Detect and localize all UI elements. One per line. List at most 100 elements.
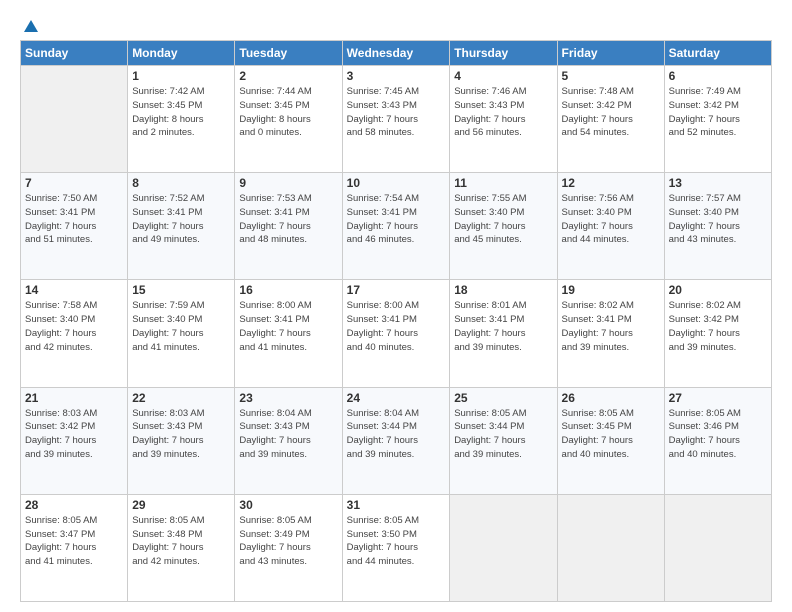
day-info: Sunrise: 8:05 AMSunset: 3:44 PMDaylight:… (454, 407, 552, 462)
day-info: Sunrise: 7:46 AMSunset: 3:43 PMDaylight:… (454, 85, 552, 140)
day-number: 22 (132, 391, 230, 405)
day-info: Sunrise: 7:49 AMSunset: 3:42 PMDaylight:… (669, 85, 767, 140)
calendar-week-row: 1 Sunrise: 7:42 AMSunset: 3:45 PMDaylight… (21, 66, 772, 173)
page-header (20, 18, 772, 32)
day-number: 13 (669, 176, 767, 190)
calendar-cell: 5Sunrise: 7:48 AMSunset: 3:42 PMDaylight… (557, 66, 664, 173)
weekday-header: Friday (557, 41, 664, 66)
day-number: 2 (239, 69, 337, 83)
day-info: Sunrise: 7:56 AMSunset: 3:40 PMDaylight:… (562, 192, 660, 247)
calendar-week-row: 21 Sunrise: 8:03 AMSunset: 3:42 PMDayligh… (21, 387, 772, 494)
day-number: 5 (562, 69, 660, 83)
day-number: 21 (25, 391, 123, 405)
calendar-week-row: 28 Sunrise: 8:05 AMSunset: 3:47 PMDayligh… (21, 494, 772, 601)
calendar-cell: 1 Sunrise: 7:42 AMSunset: 3:45 PMDaylight… (128, 66, 235, 173)
day-number: 25 (454, 391, 552, 405)
calendar-cell: 19 Sunrise: 8:02 AMSunset: 3:41 PMDayligh… (557, 280, 664, 387)
calendar-cell: 8 Sunrise: 7:52 AMSunset: 3:41 PMDaylight… (128, 173, 235, 280)
day-info: Sunrise: 7:42 AMSunset: 3:45 PMDaylight:… (132, 85, 230, 140)
calendar-cell: 7 Sunrise: 7:50 AMSunset: 3:41 PMDaylight… (21, 173, 128, 280)
day-info: Sunrise: 8:05 AMSunset: 3:46 PMDaylight:… (669, 407, 767, 462)
day-info: Sunrise: 7:50 AMSunset: 3:41 PMDaylight:… (25, 192, 123, 247)
day-info: Sunrise: 7:59 AMSunset: 3:40 PMDaylight:… (132, 299, 230, 354)
calendar-cell: 12 Sunrise: 7:56 AMSunset: 3:40 PMDayligh… (557, 173, 664, 280)
day-info: Sunrise: 8:01 AMSunset: 3:41 PMDaylight:… (454, 299, 552, 354)
day-info: Sunrise: 8:04 AMSunset: 3:44 PMDaylight:… (347, 407, 446, 462)
day-info: Sunrise: 7:52 AMSunset: 3:41 PMDaylight:… (132, 192, 230, 247)
day-info: Sunrise: 7:58 AMSunset: 3:40 PMDaylight:… (25, 299, 123, 354)
day-number: 14 (25, 283, 123, 297)
calendar-cell: 31 Sunrise: 8:05 AMSunset: 3:50 PMDayligh… (342, 494, 450, 601)
day-number: 29 (132, 498, 230, 512)
calendar: SundayMondayTuesdayWednesdayThursdayFrid… (20, 40, 772, 602)
day-info: Sunrise: 8:00 AMSunset: 3:41 PMDaylight:… (239, 299, 337, 354)
day-number: 9 (239, 176, 337, 190)
day-number: 23 (239, 391, 337, 405)
day-number: 18 (454, 283, 552, 297)
day-number: 1 (132, 69, 230, 83)
day-info: Sunrise: 8:05 AMSunset: 3:50 PMDaylight:… (347, 514, 446, 569)
calendar-header-row: SundayMondayTuesdayWednesdayThursdayFrid… (21, 41, 772, 66)
day-number: 28 (25, 498, 123, 512)
day-number: 30 (239, 498, 337, 512)
calendar-cell: 4 Sunrise: 7:46 AMSunset: 3:43 PMDaylight… (450, 66, 557, 173)
calendar-cell: 2 Sunrise: 7:44 AMSunset: 3:45 PMDaylight… (235, 66, 342, 173)
day-number: 24 (347, 391, 446, 405)
day-info: Sunrise: 7:54 AMSunset: 3:41 PMDaylight:… (347, 192, 446, 247)
day-number: 19 (562, 283, 660, 297)
day-info: Sunrise: 8:03 AMSunset: 3:43 PMDaylight:… (132, 407, 230, 462)
day-number: 31 (347, 498, 446, 512)
calendar-cell (21, 66, 128, 173)
day-info: Sunrise: 8:00 AMSunset: 3:41 PMDaylight:… (347, 299, 446, 354)
day-number: 15 (132, 283, 230, 297)
day-number: 27 (669, 391, 767, 405)
weekday-header: Sunday (21, 41, 128, 66)
calendar-cell (664, 494, 771, 601)
day-number: 6 (669, 69, 767, 83)
day-number: 11 (454, 176, 552, 190)
day-info: Sunrise: 7:57 AMSunset: 3:40 PMDaylight:… (669, 192, 767, 247)
calendar-cell: 16 Sunrise: 8:00 AMSunset: 3:41 PMDayligh… (235, 280, 342, 387)
logo (20, 18, 40, 32)
calendar-cell: 11 Sunrise: 7:55 AMSunset: 3:40 PMDayligh… (450, 173, 557, 280)
calendar-cell: 30 Sunrise: 8:05 AMSunset: 3:49 PMDayligh… (235, 494, 342, 601)
day-info: Sunrise: 8:05 AMSunset: 3:48 PMDaylight:… (132, 514, 230, 569)
day-number: 20 (669, 283, 767, 297)
day-info: Sunrise: 8:02 AMSunset: 3:41 PMDaylight:… (562, 299, 660, 354)
calendar-cell (557, 494, 664, 601)
day-info: Sunrise: 8:05 AMSunset: 3:49 PMDaylight:… (239, 514, 337, 569)
day-info: Sunrise: 8:05 AMSunset: 3:45 PMDaylight:… (562, 407, 660, 462)
calendar-cell: 14 Sunrise: 7:58 AMSunset: 3:40 PMDayligh… (21, 280, 128, 387)
day-info: Sunrise: 8:05 AMSunset: 3:47 PMDaylight:… (25, 514, 123, 569)
calendar-cell: 24 Sunrise: 8:04 AMSunset: 3:44 PMDayligh… (342, 387, 450, 494)
weekday-header: Saturday (664, 41, 771, 66)
logo-icon (22, 18, 40, 36)
day-number: 3 (347, 69, 446, 83)
day-number: 7 (25, 176, 123, 190)
calendar-cell: 28 Sunrise: 8:05 AMSunset: 3:47 PMDayligh… (21, 494, 128, 601)
calendar-cell: 25 Sunrise: 8:05 AMSunset: 3:44 PMDayligh… (450, 387, 557, 494)
calendar-cell: 9 Sunrise: 7:53 AMSunset: 3:41 PMDaylight… (235, 173, 342, 280)
calendar-cell: 18 Sunrise: 8:01 AMSunset: 3:41 PMDayligh… (450, 280, 557, 387)
day-number: 16 (239, 283, 337, 297)
calendar-cell: 26Sunrise: 8:05 AMSunset: 3:45 PMDayligh… (557, 387, 664, 494)
weekday-header: Tuesday (235, 41, 342, 66)
calendar-cell: 23 Sunrise: 8:04 AMSunset: 3:43 PMDayligh… (235, 387, 342, 494)
day-number: 8 (132, 176, 230, 190)
calendar-cell: 13 Sunrise: 7:57 AMSunset: 3:40 PMDayligh… (664, 173, 771, 280)
day-info: Sunrise: 8:03 AMSunset: 3:42 PMDaylight:… (25, 407, 123, 462)
day-info: Sunrise: 7:55 AMSunset: 3:40 PMDaylight:… (454, 192, 552, 247)
day-info: Sunrise: 8:04 AMSunset: 3:43 PMDaylight:… (239, 407, 337, 462)
calendar-cell: 29 Sunrise: 8:05 AMSunset: 3:48 PMDayligh… (128, 494, 235, 601)
calendar-cell: 10Sunrise: 7:54 AMSunset: 3:41 PMDayligh… (342, 173, 450, 280)
calendar-week-row: 7 Sunrise: 7:50 AMSunset: 3:41 PMDaylight… (21, 173, 772, 280)
day-number: 4 (454, 69, 552, 83)
day-info: Sunrise: 7:53 AMSunset: 3:41 PMDaylight:… (239, 192, 337, 247)
calendar-cell: 6 Sunrise: 7:49 AMSunset: 3:42 PMDaylight… (664, 66, 771, 173)
day-number: 12 (562, 176, 660, 190)
calendar-cell (450, 494, 557, 601)
calendar-cell: 15 Sunrise: 7:59 AMSunset: 3:40 PMDayligh… (128, 280, 235, 387)
calendar-cell: 3Sunrise: 7:45 AMSunset: 3:43 PMDaylight… (342, 66, 450, 173)
calendar-cell: 17Sunrise: 8:00 AMSunset: 3:41 PMDayligh… (342, 280, 450, 387)
day-info: Sunrise: 7:44 AMSunset: 3:45 PMDaylight:… (239, 85, 337, 140)
